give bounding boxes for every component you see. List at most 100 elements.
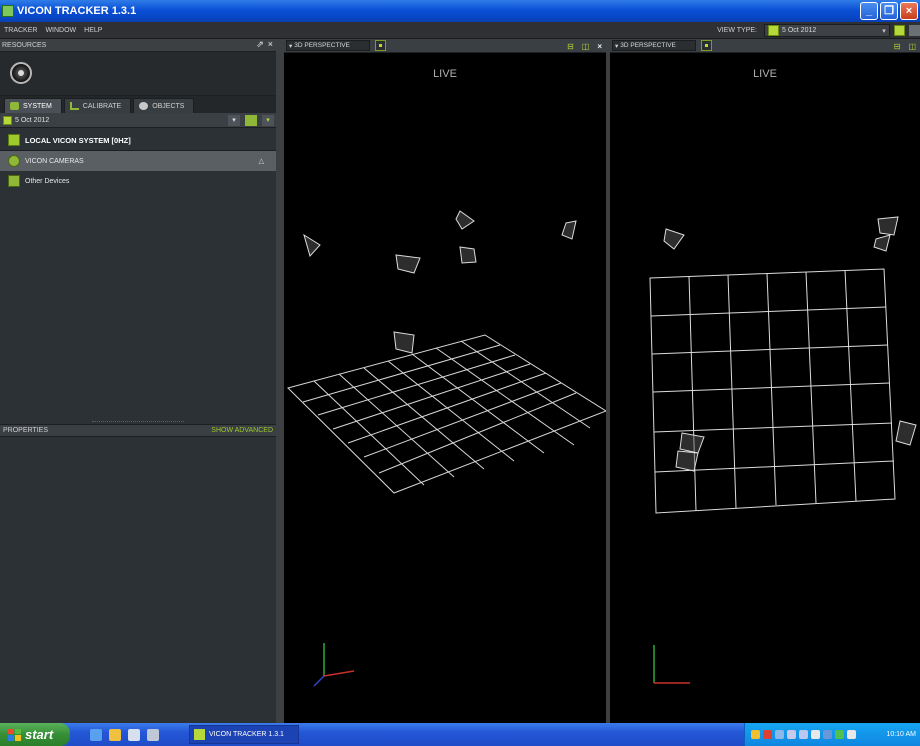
resources-header: RESOURCES ⇗ × <box>0 39 276 52</box>
system-config-value: 5 Oct 2012 <box>15 116 50 124</box>
taskbar-item-label: VICON TRACKER 1.3.1 <box>209 731 284 738</box>
camera-target-icon[interactable] <box>701 40 712 51</box>
calendar-icon <box>3 115 12 125</box>
show-advanced-link[interactable]: SHOW ADVANCED <box>211 427 273 434</box>
split-vertical-icon[interactable]: ◫ <box>582 42 590 51</box>
desktop-icon[interactable] <box>128 728 140 741</box>
chevron-down-icon: ▾ <box>882 27 886 35</box>
ie-icon[interactable] <box>90 728 102 741</box>
split-horizontal-icon[interactable]: ⊟ <box>567 42 574 51</box>
start-button[interactable]: start <box>0 723 70 746</box>
tree-item-other-devices[interactable]: Other Devices <box>0 171 276 191</box>
menu-help[interactable]: HELP <box>80 27 106 34</box>
viewport-header: ▾ 3D PERSPECTIVE ⊟ ◫ × <box>284 39 606 53</box>
panel-divider[interactable] <box>276 39 284 723</box>
view-mode-value: 3D PERSPECTIVE <box>294 42 350 49</box>
menu-icon[interactable]: ▾ <box>262 114 274 126</box>
volume-icon[interactable] <box>847 730 856 739</box>
clock: 10:10 AM <box>886 731 916 738</box>
chevron-down-icon[interactable]: ▾ <box>228 114 240 126</box>
resource-tabs: SYSTEM CALIBRATE OBJECTS <box>0 96 276 113</box>
view-type-select[interactable]: 5 Oct 2012 ▾ <box>764 24 890 37</box>
chevron-down-icon: ▾ <box>289 42 293 50</box>
app-icon <box>194 729 205 740</box>
viewport-header: ▾ 3D PERSPECTIVE ⊟ ◫ <box>610 39 920 53</box>
system-config-select[interactable]: 5 Oct 2012 ▾ ▾ <box>0 113 276 128</box>
logo-area <box>0 52 276 96</box>
split-horizontal-icon[interactable]: ⊟ <box>894 42 901 51</box>
tree-item-vicon-cameras[interactable]: VICON CAMERAS △ <box>0 151 276 171</box>
options-icon[interactable] <box>909 25 920 36</box>
view-type-label: VIEW TYPE: <box>717 27 757 34</box>
app-icon <box>2 5 14 17</box>
media-icon[interactable] <box>147 728 159 741</box>
floor-grid <box>287 334 606 494</box>
tab-objects[interactable]: OBJECTS <box>133 98 195 113</box>
tab-calibrate[interactable]: CALIBRATE <box>63 98 132 113</box>
split-vertical-icon[interactable]: ◫ <box>908 42 916 51</box>
axis-gizmo <box>653 645 690 684</box>
window-controls: _ ❐ × <box>860 2 918 20</box>
tray-icon[interactable] <box>787 730 796 739</box>
system-icon <box>10 102 19 110</box>
viewport-left[interactable]: ▾ 3D PERSPECTIVE ⊟ ◫ × LIVE <box>284 39 606 723</box>
calendar-icon <box>768 25 779 36</box>
save-icon[interactable] <box>894 25 905 36</box>
properties-header: PROPERTIES SHOW ADVANCED <box>0 424 276 437</box>
camera-markers <box>663 216 917 472</box>
view-mode-select[interactable]: ▾ 3D PERSPECTIVE <box>286 40 370 51</box>
explorer-icon[interactable] <box>109 728 121 741</box>
tab-label: OBJECTS <box>152 102 185 110</box>
collapse-icon[interactable]: △ <box>259 157 264 165</box>
tray-icon[interactable] <box>775 730 784 739</box>
tab-system[interactable]: SYSTEM <box>4 98 62 113</box>
viewport-right[interactable]: ▾ 3D PERSPECTIVE ⊟ ◫ LIVE <box>610 39 920 723</box>
tree-item-label: VICON CAMERAS <box>25 157 84 165</box>
save-icon[interactable] <box>245 114 257 126</box>
menu-tracker[interactable]: TRACKER <box>0 27 41 34</box>
resources-title: RESOURCES <box>2 41 47 49</box>
view-type-value: 5 Oct 2012 <box>782 27 817 34</box>
undock-icon[interactable]: ⇗ <box>256 39 264 50</box>
system-node-icon <box>8 134 20 146</box>
tray-icon[interactable] <box>811 730 820 739</box>
restore-button[interactable]: ❐ <box>880 2 898 20</box>
windows-flag-icon <box>8 728 21 741</box>
device-icon <box>8 175 20 187</box>
view-mode-value: 3D PERSPECTIVE <box>620 42 676 49</box>
tray-icon[interactable] <box>799 730 808 739</box>
camera-icon <box>8 155 20 167</box>
camera-target-icon[interactable] <box>375 40 386 51</box>
menu-bar: TRACKER WINDOW HELP VIEW TYPE: 5 Oct 201… <box>0 22 920 39</box>
tab-label: CALIBRATE <box>82 102 122 110</box>
close-icon[interactable]: × <box>268 39 273 50</box>
tree-root-local-system[interactable]: LOCAL VICON SYSTEM [0Hz] <box>0 130 276 151</box>
tray-icon[interactable] <box>835 730 844 739</box>
tray-icon[interactable] <box>823 730 832 739</box>
floor-grid <box>649 268 896 514</box>
object-icon <box>139 102 149 110</box>
title-bar: VICON TRACKER 1.3.1 _ ❐ × <box>0 0 920 22</box>
taskbar-item-vicon[interactable]: VICON TRACKER 1.3.1 <box>189 725 299 744</box>
camera-markers <box>303 210 577 354</box>
close-button[interactable]: × <box>900 2 918 20</box>
wand-icon <box>69 102 79 110</box>
view-type-bar: VIEW TYPE: 5 Oct 2012 ▾ <box>717 22 920 39</box>
scene-3d <box>287 210 606 687</box>
system-tray: 10:10 AM <box>744 723 920 746</box>
tray-icon[interactable] <box>751 730 760 739</box>
quick-launch <box>90 728 159 741</box>
chevron-down-icon: ▾ <box>615 42 619 50</box>
minimize-button[interactable]: _ <box>860 2 878 20</box>
view-mode-select[interactable]: ▾ 3D PERSPECTIVE <box>612 40 696 51</box>
start-label: start <box>25 727 54 742</box>
properties-body <box>0 437 276 723</box>
tray-icon[interactable] <box>763 730 772 739</box>
tree-root-label: LOCAL VICON SYSTEM [0Hz] <box>25 135 131 145</box>
close-icon[interactable]: × <box>597 42 602 51</box>
window-title: VICON TRACKER 1.3.1 <box>17 5 137 17</box>
axis-gizmo <box>313 643 355 687</box>
properties-title: PROPERTIES <box>3 427 48 434</box>
resources-panel: RESOURCES ⇗ × SYSTEM CALIBRATE OBJECTS 5… <box>0 39 276 723</box>
menu-window[interactable]: WINDOW <box>41 27 80 34</box>
